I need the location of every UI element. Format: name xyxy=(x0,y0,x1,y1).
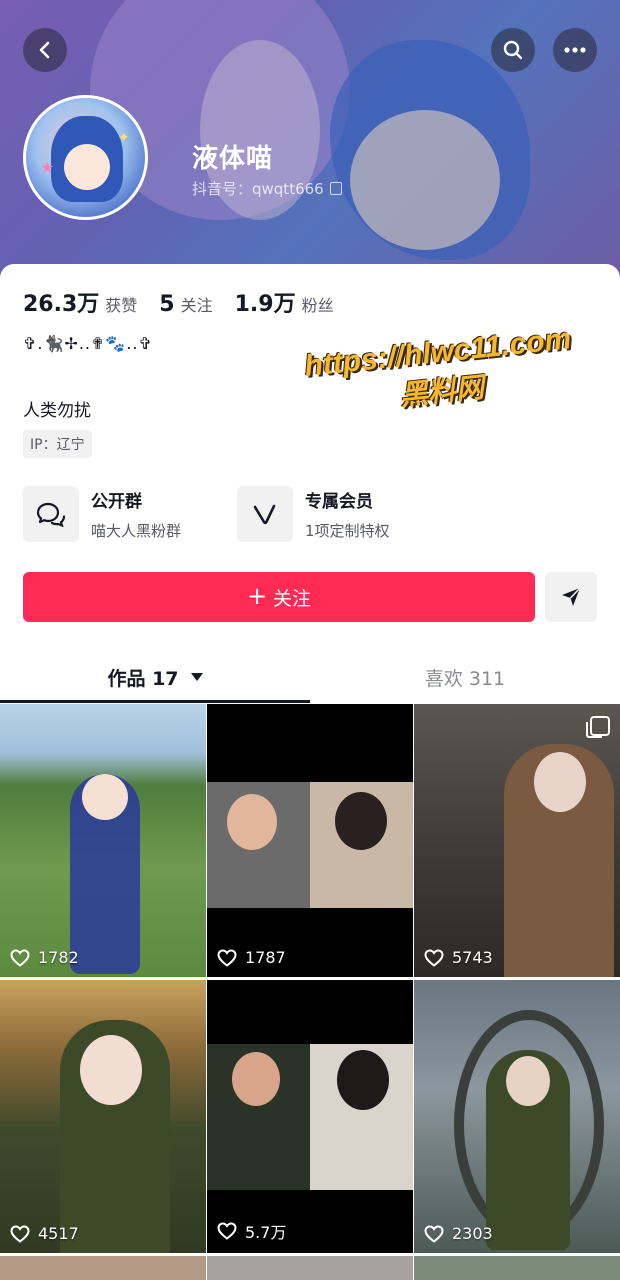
content-tabs: 作品 17 喜欢 311 xyxy=(0,654,620,704)
likes-count: 26.3万 xyxy=(23,292,100,317)
video-thumbnail[interactable] xyxy=(0,1256,206,1280)
stats-row: 26.3万 获赞 5 关注 1.9万 粉丝 xyxy=(23,286,334,318)
followers-count: 1.9万 xyxy=(234,292,296,317)
heart-icon xyxy=(217,1222,237,1240)
heart-icon xyxy=(10,1224,30,1243)
video-likes-count: 1787 xyxy=(245,948,286,967)
video-likes: 5.7万 xyxy=(217,1219,286,1243)
watermark: https://hlwc11.com 黑料网 xyxy=(282,320,598,426)
chat-bubbles-icon xyxy=(23,486,79,542)
video-likes-count: 2303 xyxy=(452,1224,493,1243)
profile-card: 26.3万 获赞 5 关注 1.9万 粉丝 ✞.🐈‍⬛✢..✟🐾..✞ http… xyxy=(0,264,620,1280)
avatar[interactable]: ★ ✦ xyxy=(23,95,148,220)
video-thumbnail[interactable]: 2303 xyxy=(414,980,620,1253)
video-likes: 2303 xyxy=(424,1224,493,1243)
multi-image-icon xyxy=(586,716,610,738)
plus-icon: + xyxy=(246,582,268,610)
video-likes: 4517 xyxy=(10,1224,79,1243)
send-message-button[interactable] xyxy=(545,572,597,622)
video-thumbnail[interactable]: 4517 xyxy=(0,980,206,1253)
user-id[interactable]: 抖音号：qwqtt666 xyxy=(192,178,342,199)
video-likes-count: 1782 xyxy=(38,948,79,967)
video-likes: 1782 xyxy=(10,948,79,967)
back-button[interactable] xyxy=(23,28,67,72)
likes-stat[interactable]: 26.3万 获赞 xyxy=(23,286,137,318)
following-label: 关注 xyxy=(180,296,213,315)
more-button[interactable] xyxy=(553,28,597,72)
video-likes: 1787 xyxy=(217,948,286,967)
active-tab-indicator xyxy=(0,700,310,703)
video-likes-count: 5743 xyxy=(452,948,493,967)
v-badge-icon xyxy=(237,486,293,542)
heart-icon xyxy=(424,948,444,967)
video-thumbnail[interactable]: 5743 xyxy=(414,704,620,977)
heart-icon xyxy=(10,948,30,967)
public-group-entry[interactable]: 公开群 喵大人黑粉群 xyxy=(23,486,181,542)
heart-icon xyxy=(217,948,237,967)
membership-entry[interactable]: 专属会员 1项定制特权 xyxy=(237,486,390,542)
tab-likes-label: 喜欢 311 xyxy=(424,667,506,690)
followers-stat[interactable]: 1.9万 粉丝 xyxy=(235,286,334,318)
video-likes-count: 4517 xyxy=(38,1224,79,1243)
video-likes: 5743 xyxy=(424,948,493,967)
heart-icon xyxy=(424,1224,444,1243)
caret-down-icon xyxy=(190,673,203,681)
follow-button[interactable]: + 关注 xyxy=(23,572,535,622)
likes-label: 获赞 xyxy=(105,296,138,315)
chevron-left-icon xyxy=(39,41,50,59)
video-thumbnail[interactable] xyxy=(207,1256,413,1280)
group-subtitle: 喵大人黑粉群 xyxy=(91,522,182,540)
tab-works[interactable]: 作品 17 xyxy=(0,654,310,700)
video-thumbnail[interactable]: 5.7万 xyxy=(207,980,413,1253)
more-dots-icon xyxy=(564,47,586,53)
user-id-text: 抖音号：qwqtt666 xyxy=(192,180,324,198)
following-count: 5 xyxy=(159,292,175,317)
bio: 人类勿扰 xyxy=(23,401,91,421)
video-likes-count: 5.7万 xyxy=(245,1223,287,1242)
member-subtitle: 1项定制特权 xyxy=(305,522,390,540)
tab-works-label: 作品 17 xyxy=(107,667,179,690)
video-thumbnail[interactable]: 1782 xyxy=(0,704,206,977)
nickname: 液体喵 xyxy=(192,144,274,174)
tab-likes[interactable]: 喜欢 311 xyxy=(310,654,620,700)
following-stat[interactable]: 5 关注 xyxy=(159,292,212,317)
search-icon xyxy=(503,40,523,60)
search-button[interactable] xyxy=(491,28,535,72)
ip-location-tag: IP：辽宁 xyxy=(23,430,92,458)
follow-label: 关注 xyxy=(273,587,312,610)
video-thumbnail[interactable] xyxy=(414,1256,620,1280)
followers-label: 粉丝 xyxy=(301,296,334,315)
tagline: ✞.🐈‍⬛✢..✟🐾..✞ xyxy=(23,334,153,353)
video-thumbnail[interactable]: 1787 xyxy=(207,704,413,977)
member-title: 专属会员 xyxy=(305,492,373,512)
copy-icon[interactable] xyxy=(329,182,342,195)
group-title: 公开群 xyxy=(91,492,142,512)
send-icon xyxy=(562,587,581,606)
